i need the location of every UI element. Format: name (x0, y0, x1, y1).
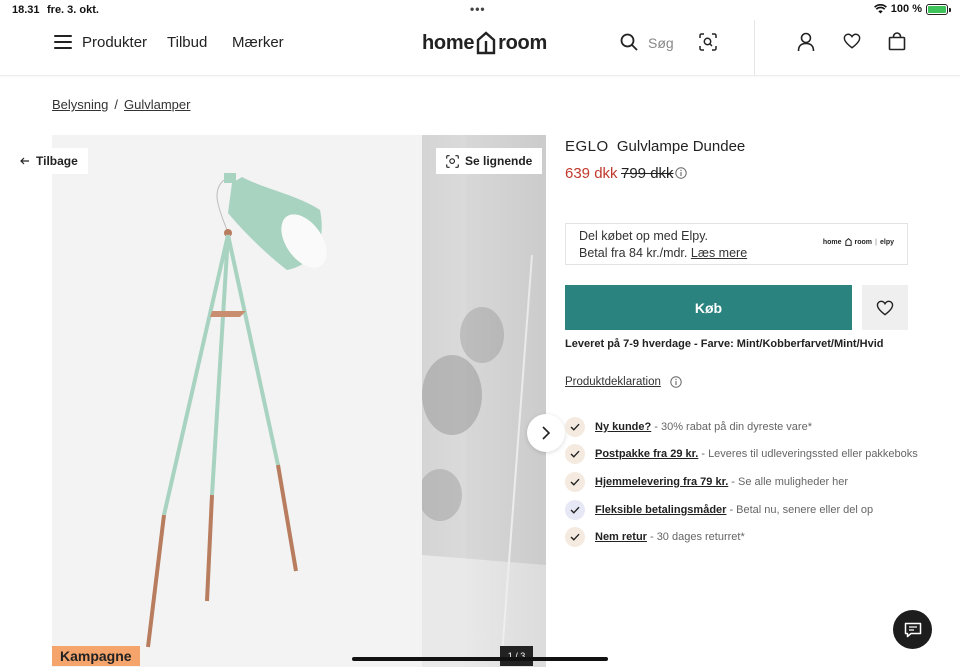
check-icon (565, 416, 585, 437)
usp-text: - 30 dages returret* (649, 531, 745, 544)
header-divider (754, 20, 755, 76)
elpy-read-more-link[interactable]: Læs mere (691, 246, 747, 260)
product-price: 639 dkk (565, 165, 618, 182)
search-icon[interactable] (620, 33, 638, 51)
battery-percent: 100 % (890, 3, 922, 15)
status-right: 100 % (873, 3, 951, 15)
usp-text: - Se alle muligheder her (731, 475, 849, 488)
check-icon (565, 527, 585, 548)
product-old-price: 799 dkk (621, 165, 674, 182)
cart-bag-icon[interactable] (888, 32, 906, 51)
campaign-badge: Kampagne (52, 646, 140, 666)
nav-maerker[interactable]: Mærker (232, 34, 284, 51)
heart-icon (876, 300, 894, 316)
house-logo-icon (476, 31, 496, 55)
usp-link[interactable]: Fleksible betalingsmåder (595, 504, 726, 516)
usp-item: Fleksible betalingsmåder - Betal nu, sen… (565, 496, 925, 524)
elpy-logo-room: room (854, 238, 873, 246)
elpy-price-text: Betal fra 84 kr./mdr. (579, 246, 688, 260)
back-label: Tilbage (36, 154, 78, 168)
product-declaration-link[interactable]: Produktdeklaration (565, 376, 661, 388)
product-gallery[interactable] (52, 135, 546, 667)
usp-text: - 30% rabat på din dyreste vare* (654, 420, 812, 433)
usp-link[interactable]: Postpakke fra 29 kr. (595, 448, 698, 460)
visual-search-icon (446, 154, 459, 168)
usp-text: - Betal nu, senere eller del op (729, 503, 874, 516)
usp-item: Hjemmelevering fra 79 kr. - Se alle muli… (565, 468, 925, 496)
gallery-next-button[interactable] (527, 414, 565, 452)
nav-tilbud[interactable]: Tilbud (167, 34, 207, 51)
menu-icon[interactable] (54, 35, 72, 49)
chat-icon (904, 622, 921, 637)
breadcrumb-gulvlamper[interactable]: Gulvlamper (124, 97, 190, 112)
site-header: Produkter Tilbud Mærker home room Søg (0, 20, 960, 76)
product-image-main (52, 135, 422, 667)
product-declaration: Produktdeklaration (565, 376, 682, 388)
see-similar-label: Se lignende (465, 154, 533, 168)
elpy-logo-home: home (822, 238, 842, 246)
battery-icon (926, 3, 951, 15)
nav-produkter[interactable]: Produkter (82, 34, 147, 51)
account-icon[interactable] (797, 32, 815, 52)
wishlist-heart-icon[interactable] (843, 32, 861, 50)
usp-list: Ny kunde? - 30% rabat på din dyreste var… (565, 413, 925, 551)
status-time: 18.31 (12, 4, 40, 16)
usp-item: Postpakke fra 29 kr. - Leveres til udlev… (565, 441, 925, 469)
status-date: fre. 3. okt. (47, 4, 99, 16)
usp-link[interactable]: Nem retur (595, 531, 647, 543)
check-icon (565, 499, 585, 520)
room-wall-shadow (462, 135, 546, 667)
elpy-logo: home room | elpy (822, 238, 894, 246)
see-similar-button[interactable]: Se lignende (436, 148, 543, 174)
search-input[interactable]: Søg (648, 35, 674, 51)
elpy-line2: Betal fra 84 kr./mdr. Læs mere (579, 246, 747, 260)
check-icon (565, 444, 585, 465)
home-indicator[interactable] (352, 657, 608, 661)
elpy-line1: Del købet op med Elpy. (579, 229, 708, 243)
check-icon (565, 471, 585, 492)
breadcrumb-belysning[interactable]: Belysning (52, 97, 108, 112)
floor-lamp-image (52, 135, 422, 667)
product-brand[interactable]: EGLO (565, 138, 609, 155)
status-bar: 18.31 fre. 3. okt. ••• 100 % (0, 0, 960, 20)
back-button[interactable]: Tilbage (10, 148, 88, 174)
multitask-dots[interactable]: ••• (470, 2, 486, 16)
house-logo-icon (844, 238, 852, 246)
usp-link[interactable]: Hjemmelevering fra 79 kr. (595, 476, 728, 488)
elpy-installment-box: Del købet op med Elpy. Betal fra 84 kr./… (565, 223, 908, 265)
breadcrumb: Belysning / Gulvlamper (52, 97, 190, 112)
wifi-icon (873, 4, 887, 14)
logo-word-home: home (422, 31, 475, 54)
breadcrumb-separator: / (114, 97, 118, 112)
arrow-left-icon (20, 157, 29, 165)
site-logo[interactable]: home room (422, 30, 547, 56)
usp-text: - Leveres til udleveringssted eller pakk… (701, 448, 918, 461)
buy-button[interactable]: Køb (565, 285, 852, 330)
visual-search-icon[interactable] (699, 33, 717, 51)
product-name: Gulvlampe Dundee (616, 138, 746, 155)
usp-item: Ny kunde? - 30% rabat på din dyreste var… (565, 413, 925, 441)
chevron-right-icon (542, 426, 550, 440)
usp-link[interactable]: Ny kunde? (595, 421, 651, 433)
gallery-counter: 1 / 3 (500, 646, 533, 666)
info-icon[interactable] (670, 376, 682, 388)
price-info-icon[interactable] (675, 167, 687, 179)
product-title: EGLO Gulvlampe Dundee (565, 138, 745, 155)
usp-item: Nem retur - 30 dages returret* (565, 523, 925, 551)
add-to-wishlist-button[interactable] (862, 285, 908, 330)
chat-button[interactable] (893, 610, 932, 649)
logo-word-room: room (498, 31, 547, 54)
elpy-logo-elpy: elpy (879, 238, 894, 246)
delivery-info: Leveret på 7-9 hverdage - Farve: Mint/Ko… (565, 338, 884, 350)
